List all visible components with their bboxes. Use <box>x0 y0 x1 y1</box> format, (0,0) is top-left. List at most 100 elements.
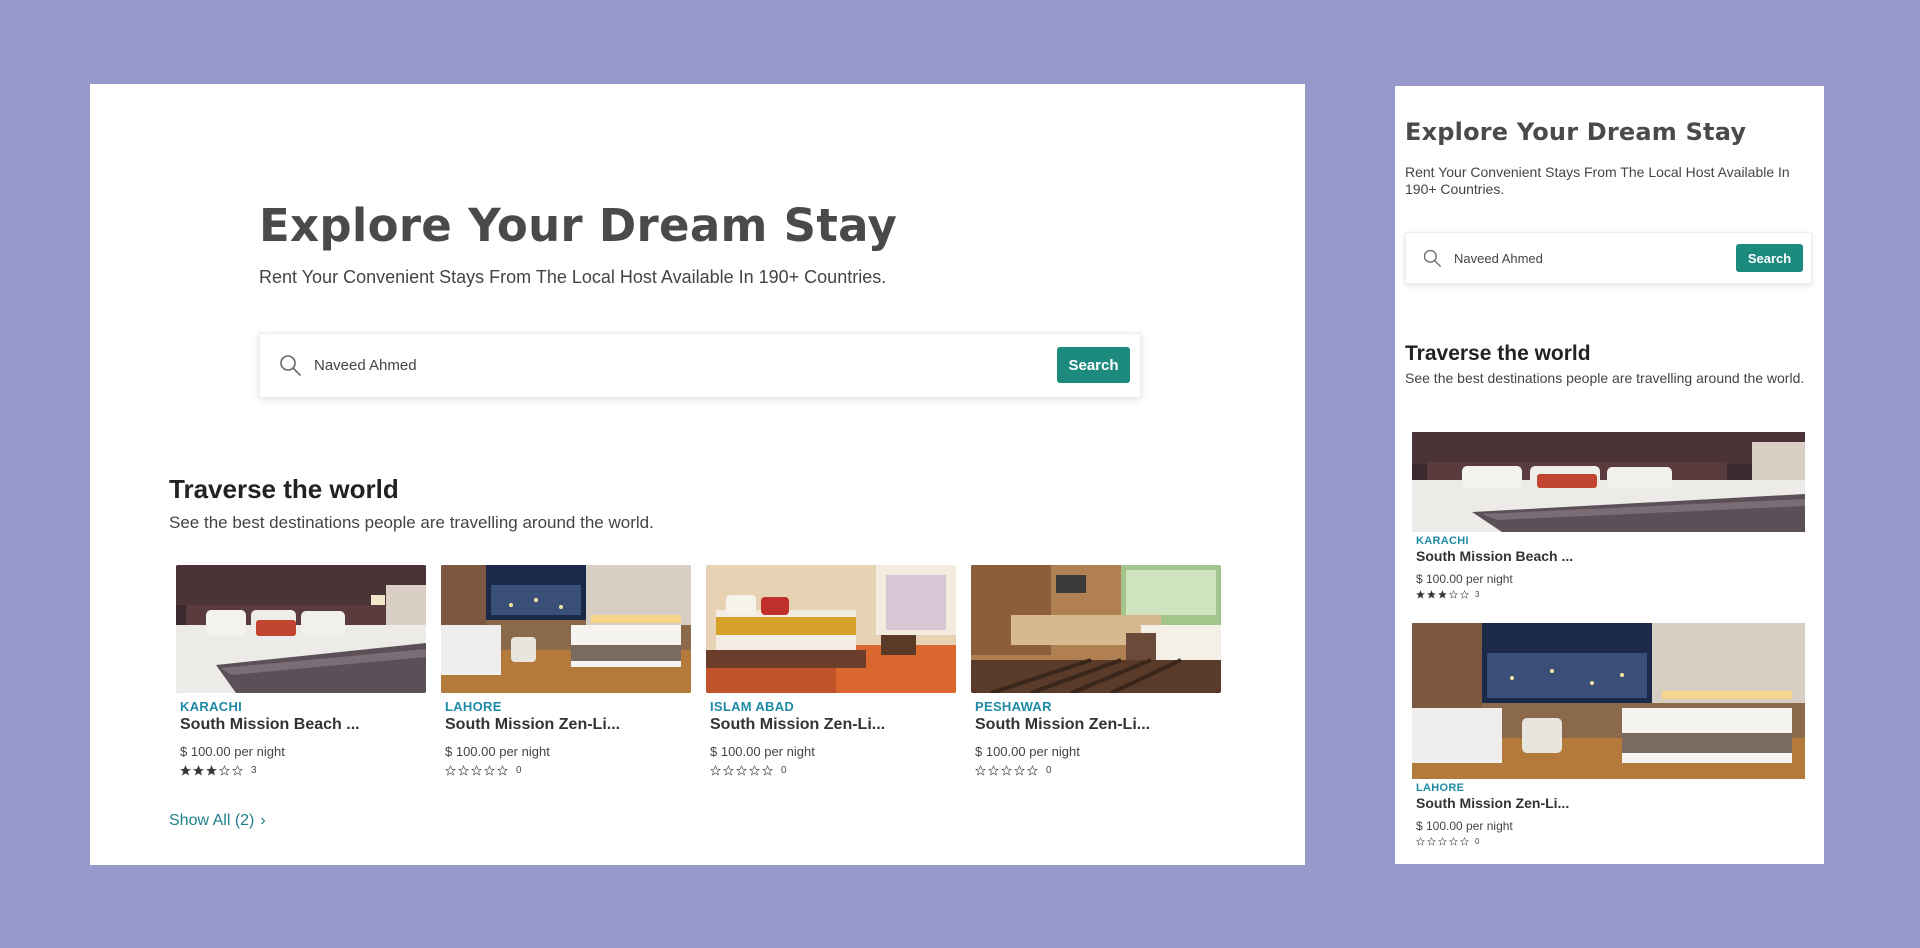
search-button[interactable]: Search <box>1736 244 1803 272</box>
mobile-preview: Explore Your Dream Stay Rent Your Conven… <box>1395 86 1824 864</box>
star-empty-icon <box>736 765 747 776</box>
star-empty-icon <box>1027 765 1038 776</box>
rating-stars <box>1416 837 1469 846</box>
star-empty-icon <box>1014 765 1025 776</box>
review-count: 3 <box>1475 590 1480 599</box>
review-count: 0 <box>516 765 522 776</box>
hotel-room-image[interactable] <box>176 565 426 693</box>
card-price: $ 100.00 per night <box>445 744 550 759</box>
star-filled-icon <box>1438 590 1447 599</box>
show-all-link[interactable]: Show All (2) › <box>169 812 266 830</box>
hotel-room-image[interactable] <box>706 565 956 693</box>
card-city: LAHORE <box>445 699 502 714</box>
rating-stars <box>445 765 508 776</box>
star-empty-icon <box>1460 837 1469 846</box>
page-subtitle: Rent Your Convenient Stays From The Loca… <box>259 266 887 287</box>
search-input[interactable]: Naveed Ahmed <box>1454 251 1736 266</box>
star-empty-icon <box>1427 837 1436 846</box>
listing-card[interactable]: KARACHI South Mission Beach ... $ 100.00… <box>176 565 426 776</box>
review-count: 0 <box>1046 765 1052 776</box>
section-title: Traverse the world <box>1405 342 1591 365</box>
search-input[interactable]: Naveed Ahmed <box>314 357 1057 374</box>
card-title[interactable]: South Mission Zen-Li... <box>445 716 691 734</box>
card-title[interactable]: South Mission Beach ... <box>1416 548 1805 564</box>
star-empty-icon <box>232 765 243 776</box>
star-empty-icon <box>1001 765 1012 776</box>
rating-stars <box>975 765 1038 776</box>
listing-cards: KARACHI South Mission Beach ... $ 100.00… <box>176 565 1221 776</box>
search-button[interactable]: Search <box>1057 347 1130 383</box>
star-empty-icon <box>497 765 508 776</box>
star-empty-icon <box>219 765 230 776</box>
show-all-label: Show All (2) <box>169 812 255 829</box>
card-price: $ 100.00 per night <box>1416 572 1513 586</box>
star-empty-icon <box>762 765 773 776</box>
card-rating: 0 <box>1416 837 1805 846</box>
card-city: PESHAWAR <box>975 699 1052 714</box>
star-empty-icon <box>1449 837 1458 846</box>
card-city: KARACHI <box>1416 535 1469 547</box>
card-price: $ 100.00 per night <box>975 744 1080 759</box>
card-city: KARACHI <box>180 699 243 714</box>
star-empty-icon <box>749 765 760 776</box>
listing-card[interactable]: LAHORE South Mission Zen-Li... $ 100.00 … <box>1412 623 1805 846</box>
card-rating: 0 <box>975 765 1221 776</box>
listing-card[interactable]: ISLAM ABAD South Mission Zen-Li... $ 100… <box>706 565 956 776</box>
star-filled-icon <box>193 765 204 776</box>
star-filled-icon <box>1427 590 1436 599</box>
star-filled-icon <box>180 765 191 776</box>
search-bar: Naveed Ahmed Search <box>1405 232 1812 284</box>
hotel-room-image[interactable] <box>1412 432 1805 532</box>
star-empty-icon <box>471 765 482 776</box>
hero: Explore Your Dream Stay Rent Your Conven… <box>259 201 1141 398</box>
star-empty-icon <box>1460 590 1469 599</box>
section-description: See the best destinations people are tra… <box>1405 370 1805 386</box>
rating-stars <box>1416 590 1469 599</box>
card-title[interactable]: South Mission Zen-Li... <box>975 716 1221 734</box>
card-city: ISLAM ABAD <box>710 699 795 714</box>
card-title[interactable]: South Mission Zen-Li... <box>710 716 956 734</box>
desktop-preview: Explore Your Dream Stay Rent Your Conven… <box>90 84 1305 865</box>
card-price: $ 100.00 per night <box>710 744 815 759</box>
card-title[interactable]: South Mission Zen-Li... <box>1416 795 1805 811</box>
card-city: LAHORE <box>1416 782 1465 794</box>
section-header: Traverse the world See the best destinat… <box>169 474 654 533</box>
card-price: $ 100.00 per night <box>180 744 285 759</box>
hotel-room-image[interactable] <box>441 565 691 693</box>
card-rating: 0 <box>710 765 956 776</box>
star-empty-icon <box>445 765 456 776</box>
star-filled-icon <box>206 765 217 776</box>
hotel-room-image[interactable] <box>971 565 1221 693</box>
rating-stars <box>180 765 243 776</box>
listing-card[interactable]: KARACHI South Mission Beach ... $ 100.00… <box>1412 432 1805 599</box>
search-icon <box>280 355 301 376</box>
hotel-room-image[interactable] <box>1412 623 1805 779</box>
page-subtitle: Rent Your Convenient Stays From The Loca… <box>1405 164 1790 197</box>
chevron-right-icon: › <box>260 812 266 829</box>
search-icon <box>1423 249 1441 267</box>
star-empty-icon <box>458 765 469 776</box>
review-count: 3 <box>251 765 257 776</box>
review-count: 0 <box>1475 837 1480 846</box>
star-empty-icon <box>710 765 721 776</box>
section-title: Traverse the world <box>169 474 399 504</box>
listing-card[interactable]: PESHAWAR South Mission Zen-Li... $ 100.0… <box>971 565 1221 776</box>
card-rating: 3 <box>180 765 426 776</box>
page-title: Explore Your Dream Stay <box>259 199 898 252</box>
card-title[interactable]: South Mission Beach ... <box>180 716 426 734</box>
star-empty-icon <box>723 765 734 776</box>
star-empty-icon <box>975 765 986 776</box>
listing-card[interactable]: LAHORE South Mission Zen-Li... $ 100.00 … <box>441 565 691 776</box>
star-empty-icon <box>1449 590 1458 599</box>
card-rating: 0 <box>445 765 691 776</box>
card-rating: 3 <box>1416 590 1805 599</box>
star-empty-icon <box>988 765 999 776</box>
rating-stars <box>710 765 773 776</box>
page-title: Explore Your Dream Stay <box>1405 118 1747 146</box>
card-price: $ 100.00 per night <box>1416 819 1513 833</box>
star-empty-icon <box>484 765 495 776</box>
review-count: 0 <box>781 765 787 776</box>
star-empty-icon <box>1438 837 1447 846</box>
star-filled-icon <box>1416 590 1425 599</box>
star-empty-icon <box>1416 837 1425 846</box>
